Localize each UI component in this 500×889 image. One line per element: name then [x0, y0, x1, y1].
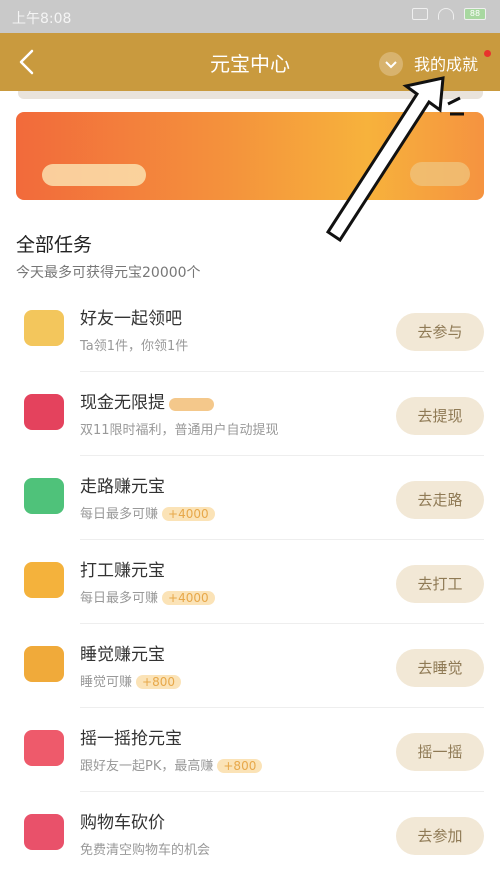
- reward-badge: +4000: [162, 507, 215, 521]
- task-name: 睡觉赚元宝: [80, 645, 165, 665]
- status-icons: 88: [412, 8, 486, 20]
- task-name: 现金无限提: [80, 388, 214, 413]
- status-bar: 上午8:08 88: [0, 0, 500, 33]
- task-desc: 每日最多可赚 +4000: [80, 587, 215, 606]
- wifi-icon: [438, 8, 454, 20]
- alarm-icon: [412, 8, 428, 20]
- task-name: 摇一摇抢元宝: [80, 729, 182, 749]
- shake-icon: [24, 730, 64, 766]
- task-desc: 免费清空购物车的机会: [80, 843, 211, 858]
- task-row: 打工赚元宝 每日最多可赚 +4000 去打工: [0, 540, 500, 624]
- task-name: 走路赚元宝: [80, 477, 165, 497]
- chevron-down-icon[interactable]: [379, 52, 403, 76]
- task-row: 摇一摇抢元宝 跟好友一起PK，最高赚 +800 摇一摇: [0, 708, 500, 792]
- wallet-icon: [24, 394, 64, 430]
- task-desc: Ta领1件，你领1件: [80, 339, 189, 354]
- task-row: 好友一起领吧 Ta领1件，你领1件 去参与: [0, 288, 500, 372]
- battery-icon: 88: [464, 8, 486, 20]
- task-name: 购物车砍价: [80, 813, 165, 833]
- task-button[interactable]: 去睡觉: [396, 649, 484, 687]
- task-button[interactable]: 摇一摇: [396, 733, 484, 771]
- section-title: 全部任务: [16, 234, 93, 256]
- status-time: 上午8:08: [12, 11, 72, 27]
- sleep-icon: [24, 646, 64, 682]
- task-button[interactable]: 去参与: [396, 313, 484, 351]
- task-name: 打工赚元宝: [80, 561, 165, 581]
- reward-badge: +800: [217, 759, 263, 773]
- task-row: 走路赚元宝 每日最多可赚 +4000 去走路: [0, 456, 500, 540]
- task-desc: 跟好友一起PK，最高赚 +800: [80, 755, 263, 774]
- task-desc: 双11限时福利，普通用户自动提现: [80, 423, 279, 438]
- work-icon: [24, 562, 64, 598]
- my-achievements-link[interactable]: 我的成就: [414, 51, 478, 75]
- task-tag: [169, 398, 214, 411]
- task-button[interactable]: 去打工: [396, 565, 484, 603]
- walk-icon: [24, 478, 64, 514]
- section-subtitle: 今天最多可获得元宝20000个: [16, 265, 201, 281]
- task-button[interactable]: 去走路: [396, 481, 484, 519]
- reward-badge: +4000: [162, 591, 215, 605]
- task-row: 现金无限提 双11限时福利，普通用户自动提现 去提现: [0, 372, 500, 456]
- banner-button[interactable]: [42, 164, 146, 186]
- task-row: 睡觉赚元宝 睡觉可赚 +800 去睡觉: [0, 624, 500, 708]
- notification-dot: [484, 50, 491, 57]
- cart-icon: [24, 814, 64, 850]
- task-name: 好友一起领吧: [80, 309, 182, 329]
- task-row: 购物车砍价 免费清空购物车的机会 去参加: [0, 792, 500, 876]
- task-button[interactable]: 去提现: [396, 397, 484, 435]
- task-button[interactable]: 去参加: [396, 817, 484, 855]
- task-desc: 每日最多可赚 +4000: [80, 503, 215, 522]
- annotation-arrow: [325, 76, 464, 243]
- heart-gift-icon: [24, 310, 64, 346]
- reward-badge: +800: [136, 675, 181, 689]
- task-desc: 睡觉可赚 +800: [80, 671, 181, 690]
